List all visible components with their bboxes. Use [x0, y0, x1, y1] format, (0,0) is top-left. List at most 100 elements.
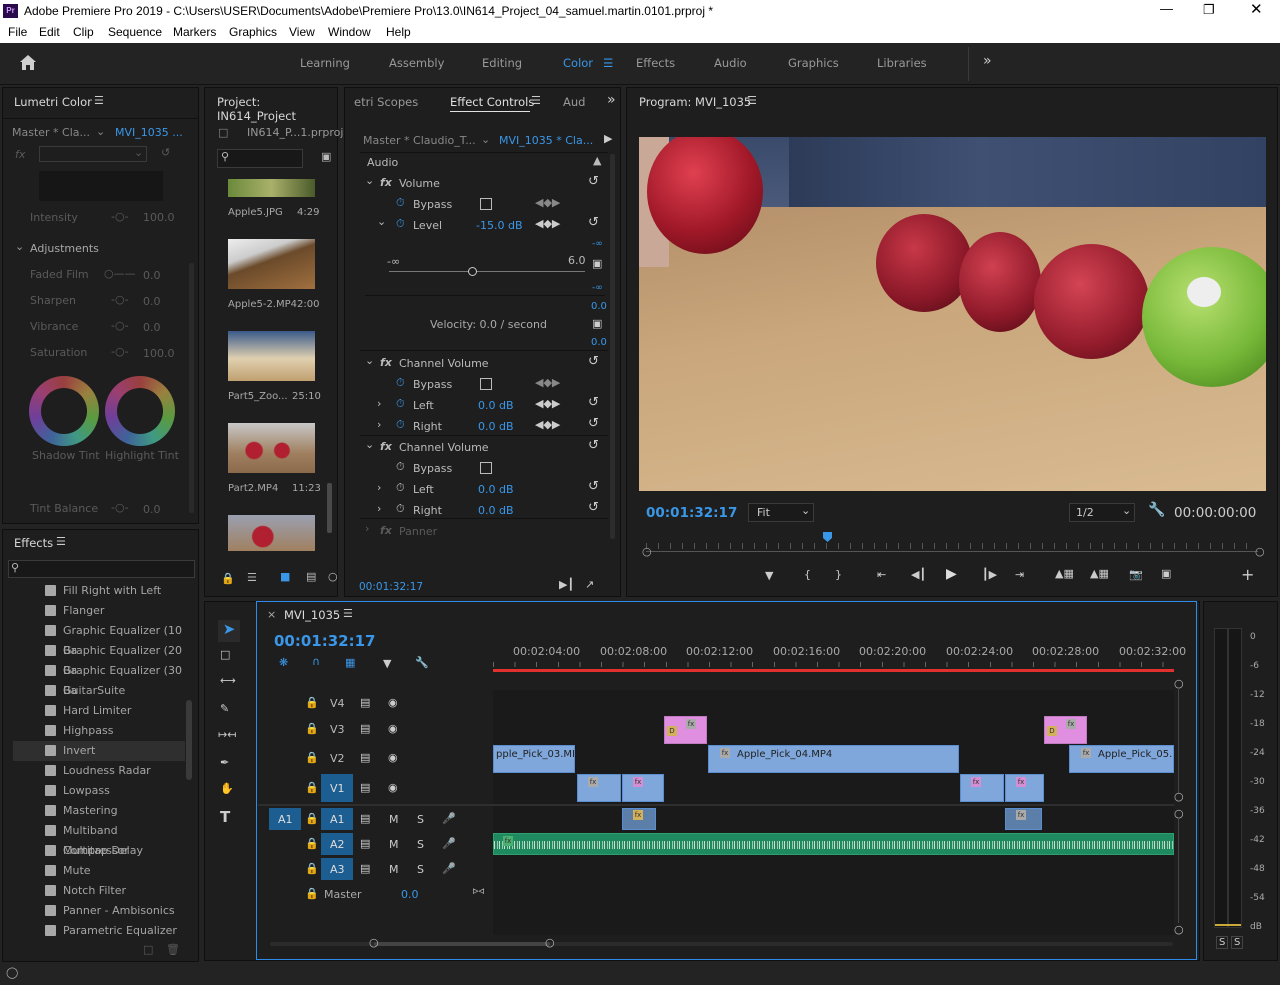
reset-icon[interactable]: ↺	[588, 479, 599, 494]
chevron-down-icon[interactable]: ⌄	[134, 146, 143, 159]
insert-nest-icon[interactable]: ❋	[279, 656, 288, 669]
scroll-start-handle[interactable]: ○	[369, 936, 379, 949]
zoom-slider-icon[interactable]: ○	[328, 570, 338, 583]
level-value[interactable]: -15.0 dB	[476, 219, 523, 232]
reset-icon[interactable]: ↺	[588, 395, 599, 410]
solo-button[interactable]: S	[1231, 936, 1244, 949]
workspace-color[interactable]: Color	[563, 56, 593, 70]
effects-list-item[interactable]: Mute	[13, 861, 185, 881]
chevron-right-icon[interactable]: ›	[365, 522, 369, 535]
workspace-assembly[interactable]: Assembly	[389, 56, 444, 70]
program-timecode[interactable]: 00:01:32:17	[646, 505, 737, 521]
vertical-scrollbar-video[interactable]	[1178, 688, 1179, 793]
slider-value[interactable]: 0.0	[143, 321, 161, 334]
film-icon[interactable]: ▤	[360, 812, 370, 825]
workspace-libraries[interactable]: Libraries	[877, 56, 927, 70]
effects-list-item[interactable]: Graphic Equalizer (30 Ba	[13, 661, 185, 697]
slider-value[interactable]: 100.0	[143, 347, 175, 360]
chevron-down-icon[interactable]: ⌄	[365, 438, 374, 451]
resolution-dropdown[interactable]: 1/2 ⌄	[1069, 503, 1135, 522]
lock-icon[interactable]: 🔒	[221, 572, 235, 585]
linked-selection-icon[interactable]: ▦	[345, 656, 355, 669]
effects-list-item[interactable]: Fill Right with Left	[13, 581, 185, 601]
add-keyframe-icon[interactable]: ▣	[592, 317, 602, 330]
track-label[interactable]: A2	[330, 838, 345, 851]
export-icon[interactable]: ↗	[585, 578, 594, 591]
add-marker-icon[interactable]: ▼	[765, 569, 773, 582]
film-icon[interactable]: ▤	[360, 696, 370, 709]
bypass-checkbox[interactable]	[480, 378, 492, 390]
panel-menu-icon[interactable]: ☰	[94, 94, 104, 107]
film-icon[interactable]: ▤	[360, 837, 370, 850]
solo-button[interactable]: S	[417, 813, 424, 826]
vertical-zoom-handle[interactable]: ○	[1174, 790, 1184, 803]
add-keyframe-icon[interactable]: ▣	[592, 257, 602, 270]
v1-clip[interactable]	[622, 774, 664, 802]
stopwatch-icon[interactable]: ⏱	[396, 481, 405, 495]
chevron-down-icon[interactable]: ⌄	[377, 215, 386, 228]
add-button-icon[interactable]: +	[1241, 565, 1254, 584]
overflow-icon[interactable]: »	[607, 92, 616, 108]
adjustments-label[interactable]: Adjustments	[30, 242, 99, 255]
clip-label[interactable]: MVI_1035 * Cla...	[499, 134, 593, 147]
menu-window[interactable]: Window	[328, 25, 371, 39]
stopwatch-icon[interactable]: ⏱	[396, 502, 405, 516]
track-label[interactable]: V2	[330, 752, 345, 765]
program-video-frame[interactable]	[639, 137, 1266, 491]
chevron-down-icon[interactable]: ⌄	[365, 174, 374, 187]
effect-select[interactable]	[39, 146, 147, 162]
solo-button[interactable]: S	[417, 838, 424, 851]
wrench-icon[interactable]: 🔧	[415, 656, 429, 669]
track-label[interactable]: A1	[330, 813, 345, 826]
workspace-menu-icon[interactable]: ☰	[603, 56, 613, 70]
scrollbar[interactable]	[186, 700, 192, 780]
master-label[interactable]: Master * Claudio_T...	[363, 134, 476, 147]
eye-icon[interactable]: ◉	[388, 751, 398, 764]
menu-markers[interactable]: Markers	[173, 25, 216, 39]
effects-list-item[interactable]: Hard Limiter	[13, 701, 185, 721]
right-value[interactable]: 0.0 dB	[478, 504, 514, 517]
lock-icon[interactable]: 🔒	[305, 781, 319, 794]
thumb-apple5[interactable]	[228, 179, 315, 197]
v1-clip[interactable]	[960, 774, 1004, 802]
menu-graphics[interactable]: Graphics	[229, 25, 277, 39]
scrubber-start-handle[interactable]: ○	[642, 545, 652, 558]
workspace-effects[interactable]: Effects	[636, 56, 675, 70]
snap-icon[interactable]: ∩	[312, 655, 320, 668]
left-value[interactable]: 0.0 dB	[478, 399, 514, 412]
horizontal-scroll-thumb[interactable]	[374, 942, 550, 946]
mic-icon[interactable]: 🎤	[442, 862, 456, 875]
reset-icon[interactable]: ↺	[588, 174, 599, 189]
pen-tool-icon[interactable]: ✒	[220, 756, 229, 769]
effects-list-item[interactable]: Lowpass	[13, 781, 185, 801]
step-back-icon[interactable]: ◀┃	[911, 568, 926, 581]
close-tab-icon[interactable]: ×	[267, 608, 276, 621]
mute-button[interactable]: M	[389, 863, 399, 876]
sequence-name[interactable]: MVI_1035	[284, 608, 340, 622]
level-slider-handle[interactable]	[468, 267, 477, 276]
workspace-audio[interactable]: Audio	[714, 56, 747, 70]
hand-tool-icon[interactable]: ✋	[220, 782, 234, 795]
intensity-slider[interactable]: -○-	[111, 210, 129, 223]
work-area-bar[interactable]	[493, 669, 1174, 672]
reset-icon[interactable]: ↺	[588, 354, 599, 369]
ec-timecode[interactable]: 00:01:32:17	[359, 581, 423, 593]
chevron-down-icon[interactable]: ⌄	[365, 354, 374, 367]
comparison-view-icon[interactable]: ▣	[1161, 567, 1171, 580]
stopwatch-icon[interactable]: ⏱	[396, 460, 405, 474]
effects-list-item[interactable]: Graphic Equalizer (10 Ba	[13, 621, 185, 657]
thumb-part5[interactable]	[228, 331, 315, 381]
film-icon[interactable]: ▤	[360, 722, 370, 735]
project-search-input[interactable]	[217, 149, 303, 168]
minimize-icon[interactable]: —	[1160, 1, 1173, 16]
maximize-icon[interactable]: ❐	[1203, 2, 1215, 18]
scrollbar[interactable]	[189, 263, 194, 513]
type-tool-icon[interactable]: T	[220, 808, 230, 826]
timeline-timecode[interactable]: 00:01:32:17	[274, 632, 376, 650]
vibrance-slider[interactable]: -○-	[111, 319, 129, 332]
play-icon[interactable]: ▶	[946, 566, 957, 582]
track-label[interactable]: V4	[330, 697, 345, 710]
scroll-end-handle[interactable]: ○	[545, 936, 555, 949]
lock-icon[interactable]: 🔒	[305, 862, 319, 875]
play-triangle-icon[interactable]: ▶	[604, 132, 612, 145]
